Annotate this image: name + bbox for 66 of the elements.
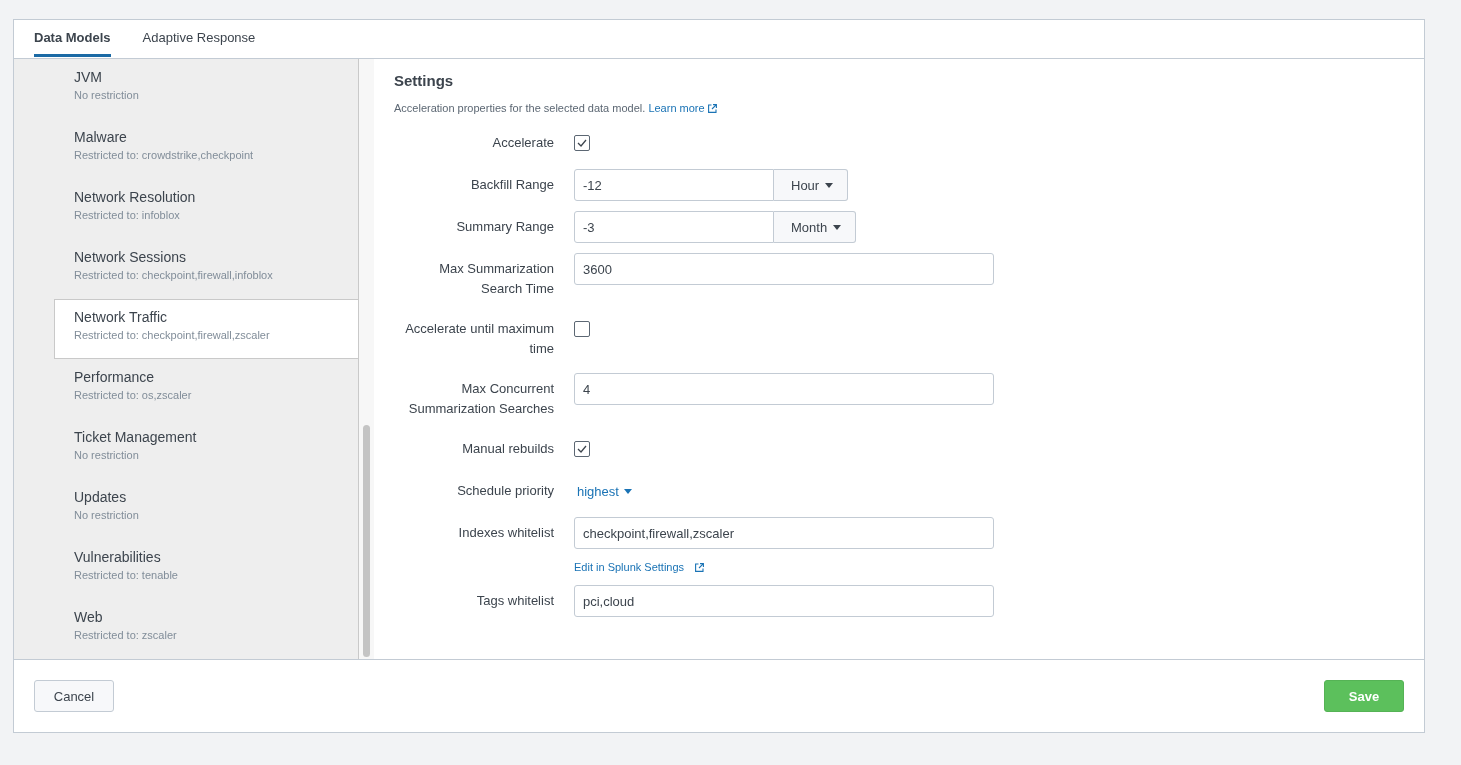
tab[interactable]: Adaptive Response	[142, 20, 256, 57]
restriction-text: Restricted to: crowdstrike,checkpoint	[74, 148, 255, 163]
restriction-text: Restricted to: zscaler	[74, 628, 178, 643]
field-label: Schedule priority	[456, 482, 554, 500]
data-model-name: Malware	[74, 128, 128, 147]
field-label: Manual rebuilds	[461, 440, 554, 458]
settings-link[interactable]: Edit in Splunk Settings	[574, 559, 705, 575]
restriction-text: No restriction	[74, 448, 140, 463]
field-label: Indexes whitelist	[457, 524, 554, 542]
restriction-text: No restriction	[74, 88, 140, 103]
input-field[interactable]: pci,cloud	[574, 585, 994, 617]
checkmark-icon	[577, 139, 587, 147]
section-title: Settings	[394, 71, 455, 91]
caret-icon	[825, 182, 834, 188]
input-field[interactable]: 3600	[574, 253, 994, 285]
field-label: Summary Range	[455, 218, 554, 236]
input-field[interactable]: -12	[574, 169, 774, 201]
restriction-text: Restricted to: tenable	[74, 568, 179, 583]
checkmark-icon	[577, 445, 587, 453]
description-text: Acceleration properties for the selected data model. Learn more	[394, 100, 1404, 116]
data-model-name: Updates	[74, 488, 128, 507]
field-label: Accelerate	[491, 134, 554, 152]
input-field[interactable]: 4	[574, 373, 994, 405]
field-label: Backfill Range	[469, 176, 554, 194]
scrollbar-thumb[interactable]	[363, 425, 370, 657]
caret-icon	[833, 224, 842, 230]
data-model-item[interactable]: Network Sessions Restricted to: checkpoint,firewall,infoblox	[54, 239, 358, 299]
learn-more-link[interactable]: Learn more	[648, 102, 717, 114]
restriction-text: Restricted to: os,zscaler	[74, 388, 193, 403]
checkbox[interactable]	[574, 321, 590, 337]
external-link-icon	[707, 104, 717, 113]
input-field[interactable]: -3	[574, 211, 774, 243]
checkbox[interactable]	[574, 441, 590, 457]
data-model-item[interactable]: Network Traffic Restricted to: checkpoint,firewall,zscaler	[54, 299, 358, 359]
data-model-name: Web	[74, 608, 104, 627]
input-field[interactable]: checkpoint,firewall,zscaler	[574, 517, 994, 549]
data-model-name: Network Resolution	[74, 188, 197, 207]
unit-dropdown[interactable]: Month	[774, 211, 857, 243]
checkbox[interactable]	[574, 135, 590, 151]
unit-dropdown[interactable]: Hour	[774, 169, 849, 201]
data-model-name: Performance	[74, 368, 156, 387]
restriction-text: Restricted to: infoblox	[74, 208, 181, 223]
field-label: Max Concurrent Summarization Searches	[407, 380, 554, 418]
restriction-text: No restriction	[74, 508, 140, 523]
priority-dropdown[interactable]: highest	[574, 480, 635, 502]
data-model-item[interactable]: Vulnerabilities Restricted to: tenable	[54, 539, 358, 599]
data-model-name: Network Sessions	[74, 248, 188, 267]
data-model-item[interactable]: Web Restricted to: zscaler	[54, 599, 358, 659]
data-model-name: JVM	[74, 68, 103, 87]
field-label: Accelerate until maximum time	[404, 320, 554, 358]
cancel-button[interactable]: Cancel	[34, 680, 114, 712]
external-link-icon	[695, 562, 705, 572]
data-model-item[interactable]: Ticket Management No restriction	[54, 419, 358, 479]
field-label: Tags whitelist	[475, 592, 554, 610]
data-model-item[interactable]: Performance Restricted to: os,zscaler	[54, 359, 358, 419]
data-model-item[interactable]: Malware Restricted to: crowdstrike,checkpoint	[54, 119, 358, 179]
field-label: Max Summarization Search Time	[438, 260, 554, 298]
data-model-name: Vulnerabilities	[74, 548, 162, 567]
data-model-name: Ticket Management	[74, 428, 198, 447]
data-model-item[interactable]: Network Resolution Restricted to: infoblox	[54, 179, 358, 239]
data-model-name: Network Traffic	[74, 308, 169, 327]
restriction-text: Restricted to: checkpoint,firewall,zscaler	[74, 328, 271, 343]
restriction-text: Restricted to: checkpoint,firewall,infoblox	[74, 268, 274, 283]
data-model-item[interactable]: Updates No restriction	[54, 479, 358, 539]
caret-icon	[623, 488, 632, 494]
data-model-item[interactable]: JVM No restriction	[54, 59, 358, 119]
